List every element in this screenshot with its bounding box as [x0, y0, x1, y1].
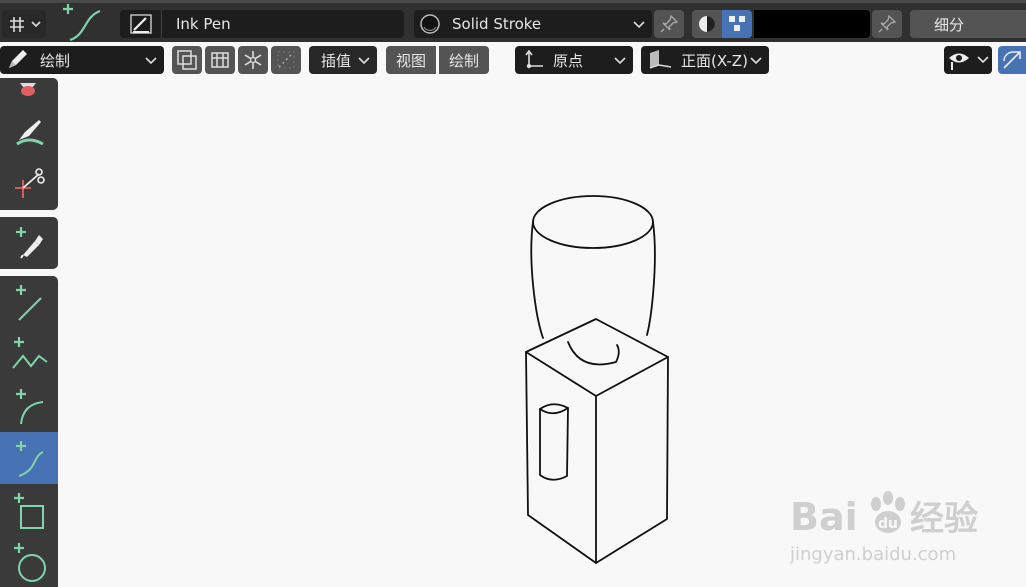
- cup-holder: [539, 403, 569, 481]
- vertex-color-icon: [729, 16, 745, 31]
- material-name: Solid Stroke: [452, 15, 542, 33]
- grid-snap-dropdown[interactable]: [2, 10, 46, 38]
- material-selector[interactable]: Solid Stroke: [414, 10, 652, 38]
- brush-name: Ink Pen: [176, 15, 231, 33]
- eye-icon: [949, 53, 969, 70]
- curve-tool-icon: [63, 4, 101, 42]
- multiframe-button[interactable]: [172, 46, 202, 74]
- lasso-button[interactable]: [271, 46, 301, 74]
- watermark-url: jingyan.baidu.com: [790, 544, 956, 565]
- origin-label: 原点: [553, 51, 584, 70]
- chevron-down-icon: [750, 57, 762, 65]
- cabinet-right-face: [595, 356, 669, 564]
- pin-color-button[interactable]: [872, 10, 902, 38]
- watermark-brand-cn: 经验: [910, 499, 978, 539]
- material-sphere-icon: [414, 13, 446, 35]
- color-swatch[interactable]: [754, 10, 870, 38]
- half-circle-icon: [699, 16, 715, 32]
- dashed-select-icon: [277, 51, 295, 69]
- mode-dropdown[interactable]: 绘制: [0, 46, 164, 74]
- grid-icon: [10, 17, 41, 32]
- brush-selector[interactable]: Ink Pen: [120, 10, 404, 38]
- view-menu[interactable]: 视图: [386, 46, 436, 74]
- subdivide-field[interactable]: 细分: [910, 10, 1026, 38]
- mode-label: 绘制: [40, 51, 71, 70]
- bottle-left-side: [530, 221, 544, 339]
- chevron-down-icon: [633, 21, 645, 29]
- pencil-icon: [9, 50, 27, 68]
- chevron-down-icon: [614, 57, 626, 65]
- active-tool-icon: [56, 3, 106, 45]
- bottle-top-ellipse: [532, 195, 654, 249]
- watermark-brand-a: Bai: [790, 495, 858, 539]
- keyframe-icon: [211, 52, 229, 68]
- chevron-down-icon: [977, 56, 989, 64]
- gizmo-toggle-button[interactable]: [998, 46, 1026, 74]
- origin-axis-icon: [525, 49, 543, 69]
- draw-menu-label: 绘制: [448, 51, 479, 70]
- bottle-right-side: [646, 221, 656, 336]
- visibility-dropdown[interactable]: [944, 46, 992, 74]
- bottle-neck: [567, 341, 620, 366]
- viewport-header: 绘制 插值 视图 绘制 原点 正面(X-Z): [0, 42, 1026, 78]
- snowflake-icon: [244, 51, 262, 69]
- multiframe-icon: [177, 50, 197, 70]
- interpolate-label: 插值: [321, 51, 352, 70]
- pin-icon: [660, 14, 679, 33]
- gizmo-arrow-icon: [1003, 51, 1021, 69]
- color-mode-vertex-button[interactable]: [722, 10, 752, 38]
- view-menu-label: 视图: [395, 51, 426, 70]
- cup-holder-rim: [539, 407, 569, 415]
- pin-material-button[interactable]: [654, 10, 684, 38]
- subdivide-label: 细分: [934, 15, 965, 34]
- drawing-plane-dropdown[interactable]: 正面(X-Z): [641, 46, 769, 74]
- cabinet-left-face: [525, 351, 597, 564]
- tool-header: Ink Pen Solid Stroke 细分: [0, 0, 1026, 42]
- draw-menu[interactable]: 绘制: [439, 46, 489, 74]
- brush-pen-icon: [120, 10, 162, 38]
- frost-button[interactable]: [238, 46, 268, 74]
- chevron-down-icon: [358, 57, 370, 65]
- origin-dropdown[interactable]: 原点: [515, 46, 633, 74]
- color-mode-material-button[interactable]: [692, 10, 722, 38]
- cabinet-top-face: [525, 318, 669, 397]
- watermark-brand-b: du: [878, 516, 898, 532]
- chevron-down-icon: [145, 57, 157, 65]
- baidu-watermark: Bai du 经验 jingyan.baidu.com: [790, 491, 978, 565]
- interpolate-dropdown[interactable]: 插值: [309, 46, 377, 74]
- plane-label: 正面(X-Z): [681, 51, 748, 70]
- pin-icon: [878, 14, 897, 33]
- plane-icon: [649, 50, 672, 69]
- autokey-button[interactable]: [205, 46, 235, 74]
